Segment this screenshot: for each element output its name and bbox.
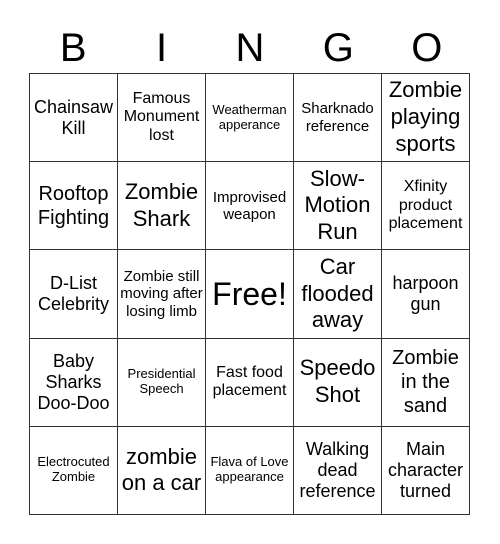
bingo-cell[interactable]: Slow-Motion Run — [294, 162, 382, 251]
bingo-cell[interactable]: Xfinity product placement — [382, 162, 470, 251]
bingo-cell[interactable]: Improvised weapon — [206, 162, 294, 251]
bingo-cell[interactable]: Famous Monument lost — [118, 74, 206, 163]
bingo-cell[interactable]: Sharknado reference — [294, 74, 382, 163]
bingo-cell[interactable]: Car flooded away — [294, 250, 382, 339]
bingo-cell[interactable]: Chainsaw Kill — [30, 74, 118, 163]
bingo-cell[interactable]: Rooftop Fighting — [30, 162, 118, 251]
bingo-header: B I N G O — [29, 24, 471, 72]
bingo-cell[interactable]: Flava of Love appearance — [206, 426, 294, 515]
bingo-grid: Chainsaw Kill Famous Monument lost Weath… — [29, 73, 470, 515]
bingo-cell[interactable]: Zombie Shark — [118, 162, 206, 251]
bingo-cell[interactable]: Zombie in the sand — [382, 338, 470, 427]
bingo-cell[interactable]: Electrocuted Zombie — [30, 426, 118, 515]
bingo-cell[interactable]: Baby Sharks Doo-Doo — [30, 338, 118, 427]
bingo-cell[interactable]: harpoon gun — [382, 250, 470, 339]
bingo-cell[interactable]: Presidential Speech — [118, 338, 206, 427]
bingo-cell[interactable]: Speedo Shot — [294, 338, 382, 427]
bingo-cell[interactable]: Zombie playing sports — [382, 74, 470, 163]
bingo-cell[interactable]: Walking dead reference — [294, 426, 382, 515]
header-letter-o: O — [411, 26, 443, 70]
bingo-cell[interactable]: Zombie still moving after losing limb — [118, 250, 206, 339]
bingo-cell[interactable]: Weatherman apperance — [206, 74, 294, 163]
bingo-cell[interactable]: D-List Celebrity — [30, 250, 118, 339]
bingo-cell[interactable]: Fast food placement — [206, 338, 294, 427]
header-letter-i: I — [156, 26, 168, 70]
bingo-cell[interactable]: zombie on a car — [118, 426, 206, 515]
bingo-cell[interactable]: Main character turned — [382, 426, 470, 515]
free-space-cell[interactable]: Free! — [206, 250, 294, 339]
header-letter-g: G — [322, 26, 354, 70]
header-letter-n: N — [235, 26, 265, 70]
header-letter-b: B — [59, 26, 87, 70]
